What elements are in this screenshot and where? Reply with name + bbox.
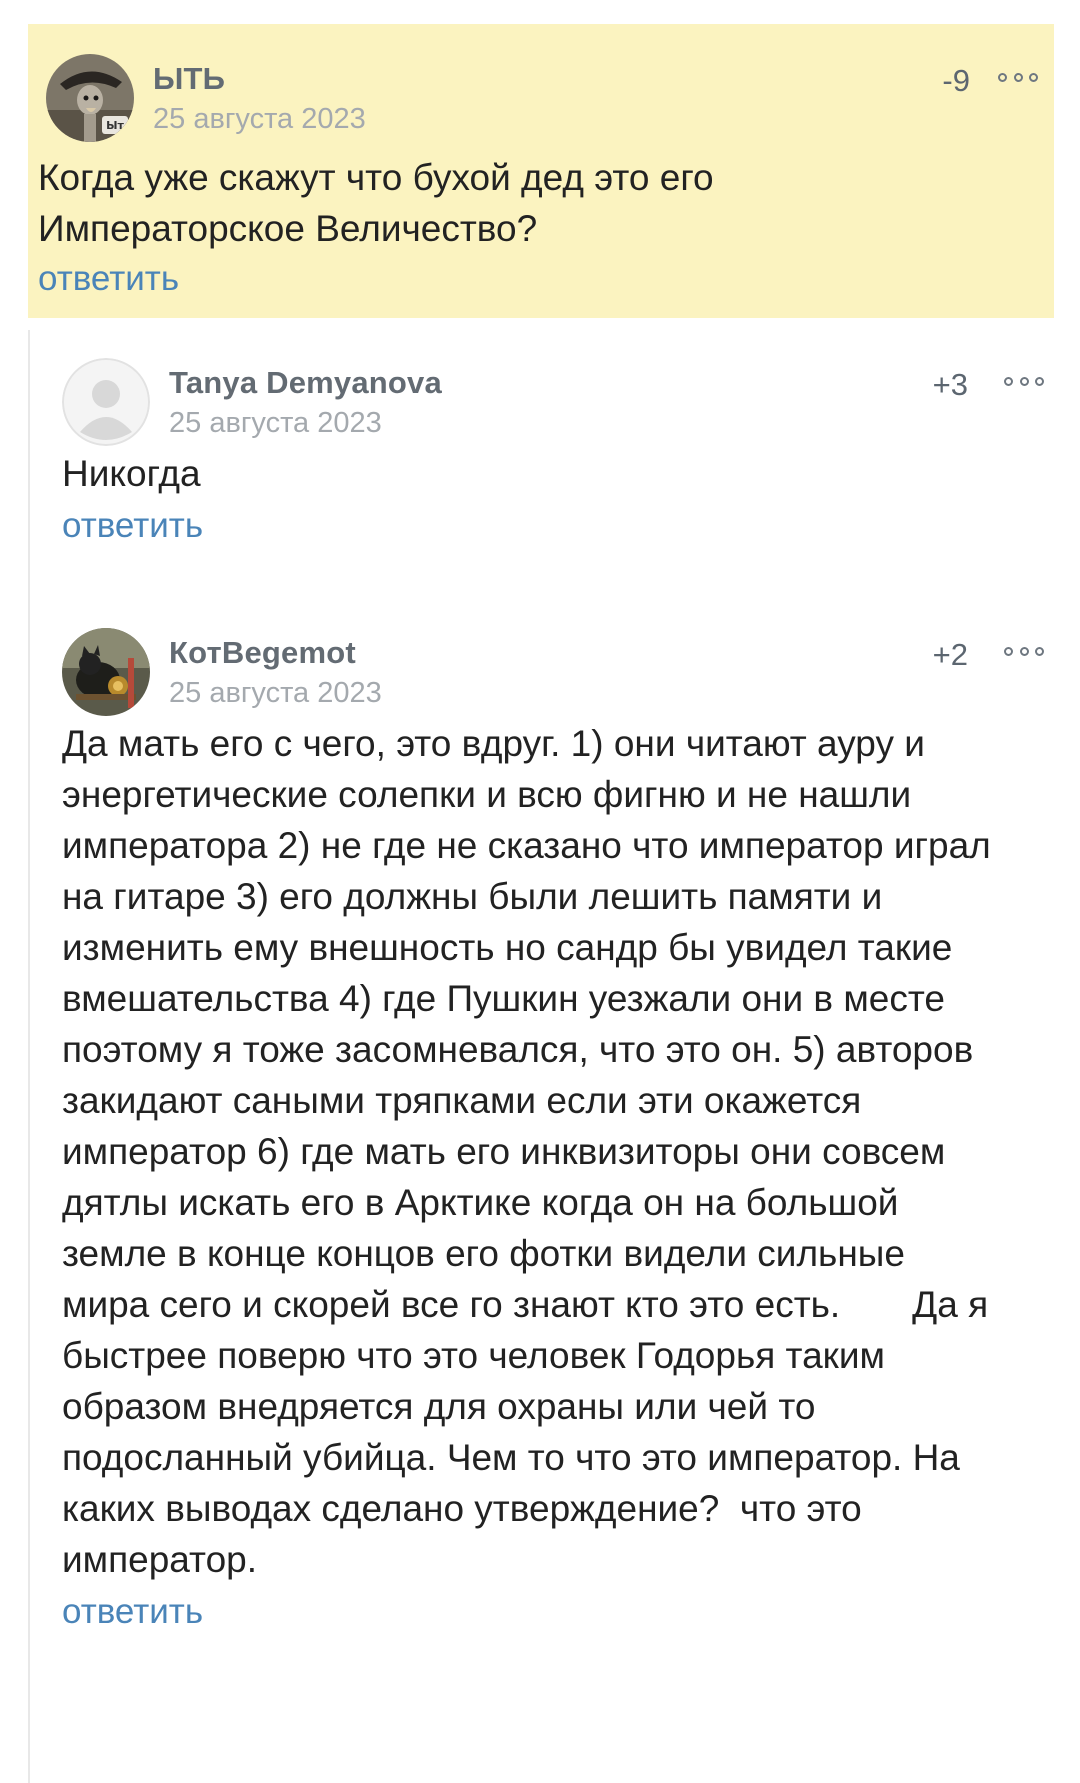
reply-comment: КотBegemot 25 августа 2023 +2 Да мать ег… xyxy=(62,628,1052,1637)
dot-icon xyxy=(1004,646,1013,656)
dot-icon xyxy=(1035,646,1044,656)
comment-score: +2 xyxy=(932,637,968,672)
avatar-badge-text: Ыт xyxy=(106,119,124,132)
more-options-icon[interactable] xyxy=(998,70,1038,84)
replies-thread: Tanya Demyanova 25 августа 2023 +3 Никог… xyxy=(28,330,1054,1783)
comment-header: Ыт ЫТЬ 25 августа 2023 -9 xyxy=(38,24,1042,142)
dot-icon xyxy=(1013,72,1023,82)
more-options-icon[interactable] xyxy=(1004,644,1044,658)
comment-meta: КотBegemot 25 августа 2023 xyxy=(169,634,382,714)
avatar[interactable]: Ыт xyxy=(46,54,134,142)
dot-icon xyxy=(1035,376,1044,386)
dot-icon xyxy=(1019,376,1029,386)
avatar[interactable] xyxy=(62,628,150,716)
dot-icon xyxy=(998,72,1007,82)
comment-meta: ЫТЬ 25 августа 2023 xyxy=(153,60,366,140)
author-name[interactable]: КотBegemot xyxy=(169,634,382,672)
comment-date: 25 августа 2023 xyxy=(169,677,382,709)
reply-comment: Tanya Demyanova 25 августа 2023 +3 Никог… xyxy=(62,358,1052,551)
author-name[interactable]: ЫТЬ xyxy=(153,60,366,98)
reply-link[interactable]: ответить xyxy=(62,501,203,551)
dot-icon xyxy=(1019,646,1029,656)
dot-icon xyxy=(1029,72,1038,82)
ostrich-avatar-image: Ыт xyxy=(46,54,134,142)
author-name[interactable]: Tanya Demyanova xyxy=(169,364,442,402)
more-options-icon[interactable] xyxy=(1004,374,1044,388)
avatar[interactable] xyxy=(62,358,150,446)
reply-link[interactable]: ответить xyxy=(62,1587,203,1637)
comment-header: КотBegemot 25 августа 2023 +2 xyxy=(62,628,1052,718)
cat-photo-avatar-image xyxy=(62,628,150,716)
thread-indent-line xyxy=(28,330,30,1783)
dot-icon xyxy=(1004,376,1013,386)
reply-link[interactable]: ответить xyxy=(38,254,179,304)
comment-text: Да мать его с чего, это вдруг. 1) они чи… xyxy=(62,723,991,1580)
comment-text: Никогда xyxy=(62,453,201,494)
comment-date: 25 августа 2023 xyxy=(153,103,366,135)
comment-score: +3 xyxy=(932,367,968,402)
default-user-icon xyxy=(62,358,150,446)
comment-header: Tanya Demyanova 25 августа 2023 +3 xyxy=(62,358,1052,448)
comment-text: Когда уже скажут что бухой дед это его И… xyxy=(38,157,714,249)
comment-date: 25 августа 2023 xyxy=(169,407,382,439)
comment-meta: Tanya Demyanova 25 августа 2023 xyxy=(169,364,442,444)
comment-score: -9 xyxy=(942,63,970,98)
comment-highlighted: Ыт ЫТЬ 25 августа 2023 -9 Когда уже скаж… xyxy=(28,24,1054,318)
